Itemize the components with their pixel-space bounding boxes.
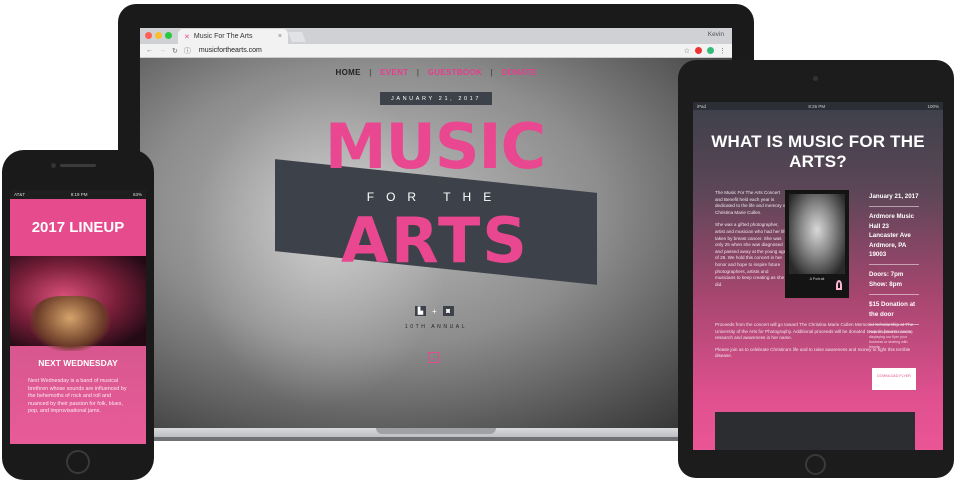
- paragraph: She was a gifted photographer, artist an…: [715, 222, 788, 287]
- nav-guestbook-link[interactable]: GUESTBOOK: [428, 68, 482, 77]
- back-icon[interactable]: ←: [146, 47, 153, 54]
- camera-logo-icon: ◙: [442, 306, 454, 316]
- event-show: Show: 8pm: [869, 280, 903, 288]
- tablet-frame: iPad 8:26 PM 100% WHAT IS MUSIC FOR THE …: [678, 60, 954, 478]
- extension-icon[interactable]: [695, 47, 702, 54]
- browser-toolbar: ← → ↻ ⓘ musicforthearts.com ☆ ⋮: [140, 44, 732, 58]
- paragraph: Proceeds from the concert will go toward…: [715, 322, 914, 341]
- phone-status-bar: AT&T 8:19 PM 63%: [10, 190, 146, 199]
- event-date: January 21, 2017: [869, 193, 919, 200]
- tablet-carrier: iPad: [697, 103, 707, 109]
- nav-donate-link[interactable]: DONATE: [502, 68, 537, 77]
- venue-logo-icon: ▙: [415, 306, 426, 316]
- awareness-ribbon-icon: [836, 280, 842, 290]
- sponsor-logos: ▙ + ◙: [415, 306, 454, 316]
- phone-clock: 8:19 PM: [70, 192, 88, 197]
- nav-separator: |: [416, 68, 420, 77]
- download-flyer-button[interactable]: DOWNLOAD FLYER: [872, 368, 916, 390]
- nav-home-link[interactable]: HOME: [336, 68, 361, 77]
- guitarist-image: [30, 296, 110, 351]
- laptop-foot: [120, 437, 756, 441]
- sponsor-plus: +: [432, 306, 437, 316]
- event-date-badge: JANUARY 21, 2017: [380, 92, 492, 105]
- tablet-camera: [813, 76, 818, 81]
- close-tab-icon[interactable]: ×: [278, 33, 282, 40]
- close-window-button[interactable]: [145, 32, 152, 39]
- band-section: NEXT WEDNESDAY Next Wednesday is a band …: [10, 346, 146, 444]
- profile-name[interactable]: Kevin: [708, 31, 724, 38]
- bookmark-star-icon[interactable]: ☆: [684, 47, 690, 55]
- annual-label: 10TH ANNUAL: [404, 324, 468, 330]
- logo-word-for-the: FOR THE: [366, 190, 504, 204]
- phone-battery: 63%: [132, 192, 142, 197]
- phone-frame: AT&T 8:19 PM 63% 2017 LINEUP NEXT WEDNES…: [2, 150, 154, 480]
- nav-event-link[interactable]: EVENT: [380, 68, 408, 77]
- menu-icon[interactable]: ⋮: [719, 47, 726, 55]
- tablet-screen: iPad 8:26 PM 100% WHAT IS MUSIC FOR THE …: [693, 102, 943, 450]
- address-bar[interactable]: musicforthearts.com: [199, 47, 262, 54]
- info-icon[interactable]: ⓘ: [184, 46, 191, 56]
- devices-showcase: ✕ Music For The Arts × Kevin ← → ↻ ⓘ mus…: [0, 0, 961, 484]
- phone-screen: AT&T 8:19 PM 63% 2017 LINEUP NEXT WEDNES…: [10, 190, 146, 444]
- event-donation: $15 Donation at the door: [869, 301, 916, 318]
- band-title: NEXT WEDNESDAY: [38, 358, 118, 368]
- nav-separator: |: [490, 68, 493, 77]
- tablet-heading: WHAT IS MUSIC FOR THE ARTS?: [711, 132, 925, 171]
- tab-title: Music For The Arts: [193, 33, 253, 40]
- event-venue: Ardmore Music Hall 23 Lancaster Ave Ardm…: [869, 213, 915, 259]
- phone-speaker: [60, 164, 96, 167]
- reload-icon[interactable]: ↻: [172, 47, 178, 55]
- website-hero: HOME | EVENT | GUESTBOOK | DONATE JANUAR…: [140, 58, 732, 428]
- phone-carrier: AT&T: [14, 192, 26, 197]
- band-description: Next Wednesday is a band of musical bret…: [28, 378, 127, 415]
- site-nav: HOME | EVENT | GUESTBOOK | DONATE: [140, 68, 732, 77]
- nav-separator: |: [369, 68, 372, 77]
- minimize-window-button[interactable]: [155, 32, 162, 39]
- phone-camera: [51, 163, 56, 168]
- divider: [869, 264, 919, 266]
- event-doors: Doors: 7pm: [869, 271, 904, 279]
- browser-tab-strip: ✕ Music For The Arts × Kevin: [140, 28, 732, 44]
- extension-icon[interactable]: [707, 47, 714, 54]
- video-preview: [715, 412, 915, 450]
- browser-tab[interactable]: ✕ Music For The Arts ×: [178, 29, 288, 44]
- scroll-down-button[interactable]: ⌄: [428, 352, 439, 363]
- tablet-battery: 100%: [927, 103, 939, 109]
- laptop-notch: [376, 428, 496, 434]
- portrait-image: [789, 194, 845, 274]
- tablet-home-button[interactable]: [805, 454, 826, 475]
- logo-word-music: MUSIC: [324, 110, 546, 183]
- forward-icon[interactable]: →: [159, 47, 166, 54]
- site-favicon-icon: ✕: [184, 33, 190, 41]
- new-tab-button[interactable]: [288, 32, 306, 42]
- phone-home-button[interactable]: [66, 450, 90, 474]
- divider: [869, 206, 919, 208]
- paragraph: The Music For The Arts Concert and Benef…: [715, 190, 787, 215]
- maximize-window-button[interactable]: [165, 32, 172, 39]
- tablet-status-bar: iPad 8:26 PM 100%: [693, 102, 943, 110]
- logo-word-arts: ARTS: [341, 204, 529, 277]
- tablet-intro-text: The Music For The Arts Concert and Benef…: [715, 190, 787, 294]
- divider: [869, 294, 919, 296]
- laptop-screen: ✕ Music For The Arts × Kevin ← → ↻ ⓘ mus…: [140, 28, 732, 428]
- paragraph: Please join us to celebrate Christina's …: [715, 346, 911, 359]
- lineup-heading: 2017 LINEUP: [10, 199, 146, 256]
- tablet-body-text: Proceeds from the concert will go toward…: [715, 322, 915, 365]
- tablet-clock: 8:26 PM: [808, 103, 826, 109]
